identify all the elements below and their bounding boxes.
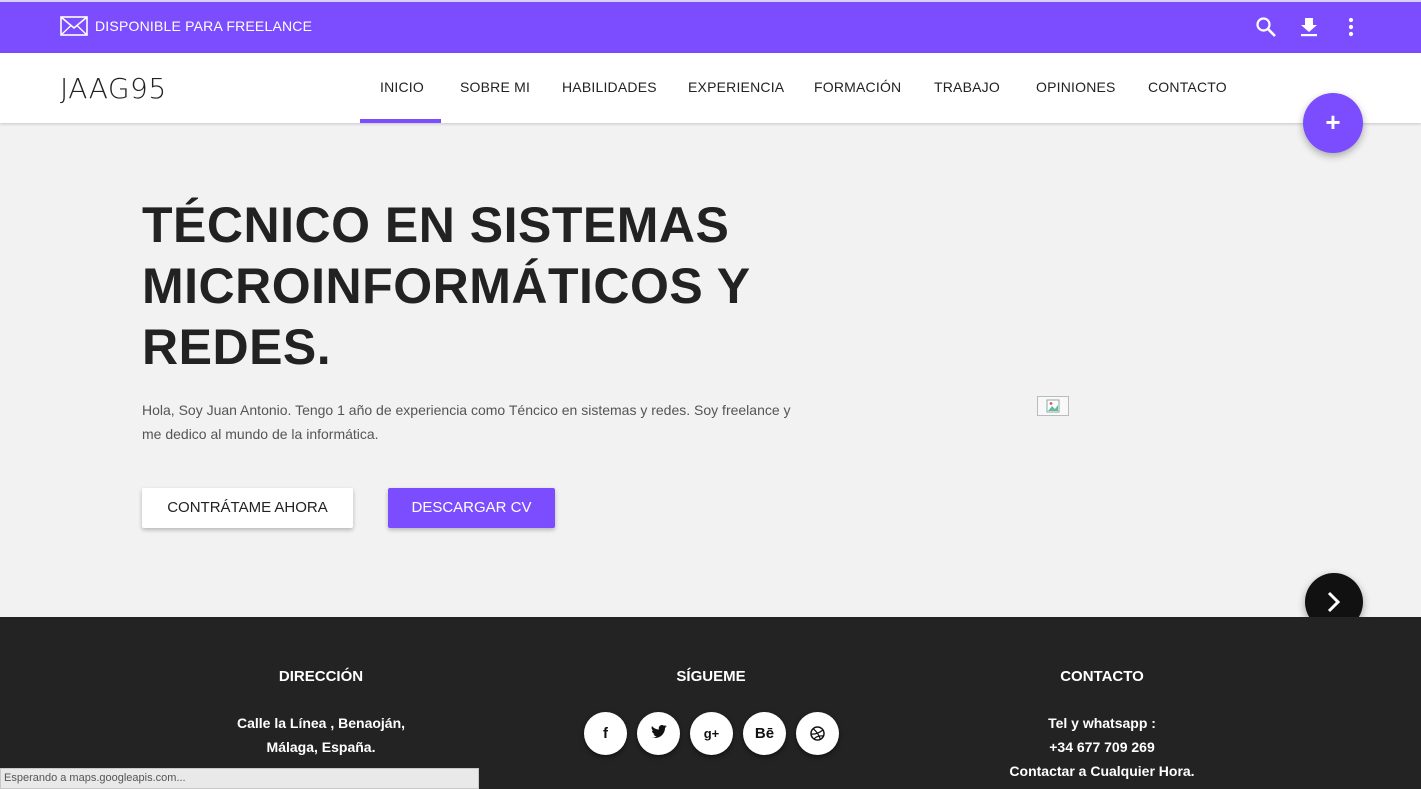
dribbble-icon[interactable]: [796, 712, 839, 755]
nav-item-inicio[interactable]: INICIO: [380, 79, 424, 95]
nav-item-formacion[interactable]: FORMACIÓN: [814, 79, 901, 95]
download-cv-button[interactable]: DESCARGAR CV: [388, 488, 555, 528]
broken-image-icon: [1037, 396, 1069, 416]
contact-line: Tel y whatsapp :: [1048, 715, 1156, 731]
mail-icon: [60, 16, 88, 36]
active-tab-indicator: [360, 119, 441, 123]
footer-follow-title: SÍGUEME: [676, 668, 746, 685]
nav-item-habilidades[interactable]: HABILIDADES: [562, 79, 657, 95]
contact-line: Contactar a Cualquier Hora.: [1009, 763, 1195, 779]
main-navigation: JAAG95 INICIO SOBRE MI HABILIDADES EXPER…: [0, 53, 1421, 123]
footer-contact-title: CONTACTO: [1060, 668, 1144, 685]
top-bar: DISPONIBLE PARA FREELANCE: [0, 0, 1421, 53]
search-icon[interactable]: [1255, 16, 1277, 38]
nav-item-trabajo[interactable]: TRABAJO: [934, 79, 1000, 95]
twitter-icon[interactable]: [637, 712, 680, 755]
freelance-status: DISPONIBLE PARA FREELANCE: [95, 18, 313, 34]
hero-description-line: Hola, Soy Juan Antonio. Tengo 1 año de e…: [142, 402, 791, 418]
address-line: Málaga, España.: [266, 739, 376, 755]
plus-icon: +: [1325, 107, 1341, 137]
facebook-icon[interactable]: f: [584, 712, 627, 755]
footer-address-title: DIRECCIÓN: [278, 668, 364, 685]
add-fab-button[interactable]: +: [1303, 93, 1363, 153]
hero-description: Hola, Soy Juan Antonio. Tengo 1 año de e…: [142, 398, 802, 446]
nav-item-sobre-mi[interactable]: SOBRE MI: [460, 79, 530, 95]
footer: DIRECCIÓN Calle la Línea , Benaoján, Mál…: [0, 617, 1421, 789]
browser-status-bar: Esperando a maps.googleapis.com...: [0, 768, 479, 789]
hero-description-line: me dedico al mundo de la informática.: [142, 426, 379, 442]
google-plus-icon[interactable]: g+: [690, 712, 733, 755]
site-logo[interactable]: JAAG95: [60, 72, 167, 105]
nav-item-experiencia[interactable]: EXPERIENCIA: [688, 79, 784, 95]
hero-title-line: MICROINFORMÁTICOS Y: [142, 258, 751, 314]
nav-item-opiniones[interactable]: OPINIONES: [1036, 79, 1116, 95]
address-line: Calle la Línea , Benaoján,: [236, 715, 406, 731]
hero-title-line: TÉCNICO EN SISTEMAS: [142, 197, 730, 253]
hero-title: TÉCNICO EN SISTEMAS MICROINFORMÁTICOS Y …: [142, 195, 782, 378]
contact-phone[interactable]: +34 677 709 269: [952, 739, 1252, 755]
more-vert-icon[interactable]: [1340, 16, 1362, 38]
download-icon[interactable]: [1298, 16, 1320, 38]
behance-icon[interactable]: Bē: [743, 712, 786, 755]
hire-me-button[interactable]: CONTRÁTAME AHORA: [142, 488, 353, 528]
nav-item-contacto[interactable]: CONTACTO: [1148, 79, 1227, 95]
hero-title-line: REDES.: [142, 319, 332, 375]
